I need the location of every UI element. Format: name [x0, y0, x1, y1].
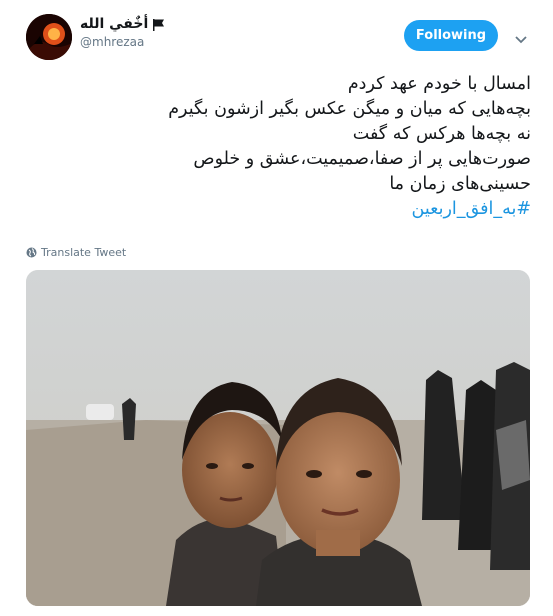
display-name[interactable]: أخٌفي الله	[80, 16, 148, 32]
flag-icon	[152, 17, 165, 31]
tweet-line: نه بچه‌ها هرکس که گفت	[352, 124, 531, 144]
translate-tweet-link[interactable]: Translate Tweet	[26, 246, 126, 259]
tweet-line: بچه‌هایی که میان و میگن عکس بگیر ازشون ب…	[168, 99, 531, 119]
tweet-line: صورت‌هایی پر از صفا،صمیمیت،عشق و خلوص	[193, 149, 531, 169]
user-handle[interactable]: @mhrezaa	[80, 35, 144, 49]
tweet-photo[interactable]	[26, 270, 530, 606]
tweet-line: حسینی‌های زمان ما	[389, 174, 531, 194]
chevron-down-icon[interactable]	[514, 30, 528, 44]
hashtag-link[interactable]: #به_افق_اربعین	[31, 197, 531, 222]
following-button[interactable]: Following	[404, 20, 498, 51]
translate-label[interactable]: Translate Tweet	[41, 246, 126, 259]
tweet-text: امسال با خودم عهد کردم بچه‌هایی که میان …	[31, 72, 531, 222]
avatar[interactable]	[26, 14, 72, 60]
globe-icon	[26, 247, 37, 258]
name-row: أخٌفي الله	[80, 14, 165, 34]
tweet-line: امسال با خودم عهد کردم	[347, 74, 531, 94]
